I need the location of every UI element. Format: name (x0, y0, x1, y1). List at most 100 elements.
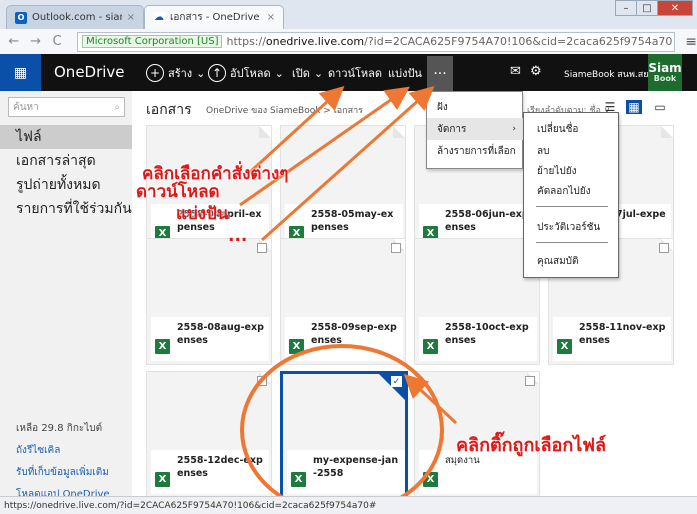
get-more-storage-link[interactable]: รับที่เก็บข้อมูลเพิ่มเติม (16, 465, 109, 480)
tile-view-icon[interactable]: ▦ (626, 100, 642, 114)
chevron-down-icon: ⌄ (274, 66, 284, 80)
browser-menu-icon[interactable]: ≡ (685, 34, 697, 50)
file-tile-selected[interactable]: ✓ my-expense-jan-2558 X (280, 371, 408, 496)
page-title: เอกสาร (146, 102, 192, 118)
window-controls: – □ ✕ (615, 0, 693, 16)
recycle-bin-link[interactable]: ถังรีไซเคิล (16, 443, 60, 458)
download-button[interactable]: ดาวน์โหลด (328, 62, 382, 84)
siamebook-logo: Siam Book (648, 54, 682, 91)
menu-item-rename[interactable]: เปลี่ยนชื่อ (524, 119, 618, 139)
outlook-icon: O (15, 11, 27, 24)
minimize-button[interactable]: – (615, 0, 637, 16)
annotation-select-file: คลิกติ๊กถูกเลือกไฟล์ (456, 435, 607, 456)
onedrive-cloud-icon: ☁ (153, 11, 165, 24)
upload-arrow-icon: ↑ (208, 64, 226, 82)
browser-chrome: O Outlook.com - siameboo × ☁ เอกสาร - On… (0, 0, 697, 54)
browser-tab-onedrive[interactable]: ☁ เอกสาร - OneDrive × (144, 5, 284, 29)
search-placeholder: ค้นหา (13, 101, 39, 113)
sidebar-item-shared[interactable]: รายการที่ใช้ร่วมกัน (0, 197, 132, 221)
excel-icon: X (557, 339, 572, 354)
menu-separator (536, 242, 608, 243)
file-tile[interactable]: 2558-10oct-expenses X (414, 238, 540, 365)
create-button[interactable]: + สร้าง ⌄ (146, 62, 205, 84)
tab-title: Outlook.com - siameboo (32, 12, 122, 23)
select-checkbox[interactable] (257, 376, 267, 386)
tab-title: เอกสาร - OneDrive (170, 12, 260, 23)
chevron-down-icon: ⌄ (313, 66, 324, 80)
upload-label: อัปโหลด (230, 67, 271, 80)
page-fold (393, 126, 405, 138)
reload-button[interactable]: C (49, 34, 65, 49)
menu-item-move-to[interactable]: ย้ายไปยัง (524, 161, 618, 181)
search-icon[interactable]: ⌕ (114, 102, 120, 113)
browser-toolbar: ← → C Microsoft Corporation [US] https:/… (0, 29, 697, 54)
left-navigation: ค้นหา ⌕ ไฟล์ เอกสารล่าสุด รูปถ่ายทั้งหมด… (0, 91, 132, 500)
ev-certificate-badge[interactable]: Microsoft Corporation [US] (82, 35, 223, 48)
back-button[interactable]: ← (6, 34, 22, 49)
upload-button[interactable]: ↑ อัปโหลด ⌄ (208, 62, 284, 84)
menu-item-copy-to[interactable]: คัดลอกไปยัง (524, 181, 618, 201)
menu-item-embed[interactable]: ฝัง (427, 96, 524, 118)
page-fold (259, 126, 271, 138)
breadcrumb[interactable]: OneDrive ของ SiameBook > เอกสาร (206, 103, 363, 117)
sidebar-item-photos[interactable]: รูปถ่ายทั้งหมด (0, 173, 132, 197)
excel-icon: X (423, 339, 438, 354)
share-label: แบ่งปัน (388, 67, 422, 80)
excel-icon: X (155, 339, 170, 354)
select-checkbox[interactable] (659, 243, 669, 253)
excel-icon: X (423, 472, 438, 487)
close-tab-icon[interactable]: × (127, 12, 135, 23)
chevron-right-icon: › (512, 124, 516, 134)
select-checkbox[interactable] (257, 243, 267, 253)
url-host: onedrive.live.com (265, 35, 365, 48)
menu-item-clear-selection[interactable]: ล้างรายการที่เลือก (427, 140, 524, 162)
menu-item-manage-label: จัดการ (437, 123, 467, 135)
forward-button[interactable]: → (28, 34, 44, 49)
onedrive-brand[interactable]: OneDrive (54, 63, 125, 81)
onedrive-header: ▦ OneDrive + สร้าง ⌄ ↑ อัปโหลด ⌄ เปิด ⌄ … (0, 54, 697, 91)
sidebar-item-recent[interactable]: เอกสารล่าสุด (0, 149, 132, 173)
share-button[interactable]: แบ่งปัน (388, 62, 422, 84)
more-commands-menu: ฝัง จัดการ › ล้างรายการที่เลือก (426, 91, 524, 169)
chevron-down-icon: ⌄ (196, 66, 206, 80)
logo-subtext: Book (653, 73, 677, 83)
open-button[interactable]: เปิด ⌄ (292, 62, 323, 84)
maximize-button[interactable]: □ (636, 0, 658, 16)
checkmark-icon[interactable]: ✓ (391, 376, 402, 387)
file-tile[interactable]: 2558-12dec-expenses X (146, 371, 272, 496)
menu-separator (536, 206, 608, 207)
details-pane-icon[interactable]: ▭ (652, 100, 668, 114)
url-path: /?id=2CACA625F9754A70!106&cid=2caca625f9… (364, 35, 673, 48)
excel-icon: X (289, 339, 304, 354)
select-checkbox[interactable] (525, 376, 535, 386)
file-tile[interactable]: 2558-09sep-expenses X (280, 238, 406, 365)
browser-tab-outlook[interactable]: O Outlook.com - siameboo × (6, 5, 144, 29)
app-launcher-icon[interactable]: ▦ (0, 54, 41, 91)
open-label: เปิด (292, 67, 310, 80)
annotation-share: แบ่งปัน (176, 204, 229, 224)
create-label: สร้าง (168, 67, 193, 80)
select-checkbox[interactable] (391, 243, 401, 253)
close-window-button[interactable]: ✕ (657, 0, 693, 16)
sidebar-item-files[interactable]: ไฟล์ (0, 125, 132, 149)
address-bar[interactable]: Microsoft Corporation [US] https:// oned… (77, 31, 676, 52)
gear-icon[interactable]: ⚙ (530, 64, 542, 79)
menu-item-properties[interactable]: คุณสมบัติ (524, 251, 618, 271)
notification-icon[interactable]: ✉ (510, 64, 521, 79)
excel-icon: X (155, 472, 170, 487)
close-tab-icon[interactable]: × (267, 12, 275, 23)
menu-item-manage[interactable]: จัดการ › (427, 118, 524, 140)
plus-icon: + (146, 64, 164, 82)
menu-item-delete[interactable]: ลบ (524, 141, 618, 161)
page-fold (661, 126, 673, 138)
more-commands-button[interactable]: ··· (427, 56, 453, 91)
menu-item-version-history[interactable]: ประวัติเวอร์ชัน (524, 217, 618, 237)
file-tile[interactable]: 2558-08aug-expenses X (146, 238, 272, 365)
status-bar-url: https://onedrive.live.com/?id=2CACA625F9… (0, 496, 697, 514)
excel-icon: X (291, 472, 306, 487)
annotation-more: ... (228, 226, 248, 246)
download-label: ดาวน์โหลด (328, 67, 383, 80)
url-scheme: https:// (226, 35, 266, 48)
search-input[interactable]: ค้นหา ⌕ (8, 97, 125, 117)
file-tile[interactable]: 2558-05may-expenses X (280, 125, 406, 252)
